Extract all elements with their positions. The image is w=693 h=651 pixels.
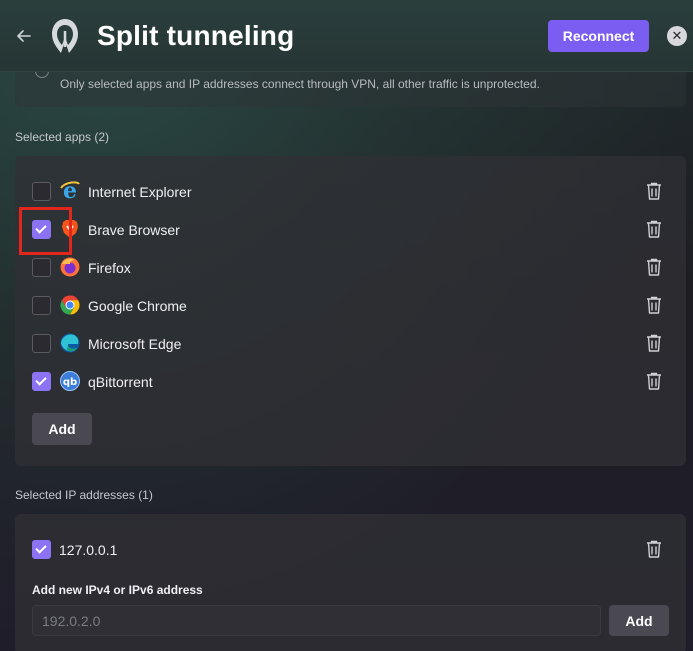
app-row-brave-browser: Brave Browser [15, 214, 686, 246]
close-circle-icon[interactable]: ✕ [667, 26, 687, 46]
selected-apps-card: e Internet Explorer Brave Browser Firefo… [15, 156, 686, 466]
app-label: Google Chrome [88, 298, 187, 314]
app-label: qBittorrent [88, 374, 153, 390]
app-row-microsoft-edge: Microsoft Edge [15, 328, 686, 360]
trash-icon[interactable] [645, 539, 663, 559]
reconnect-button[interactable]: Reconnect [548, 20, 649, 52]
highlight-annotation [19, 207, 72, 255]
app-label: Microsoft Edge [88, 336, 182, 352]
add-ip-button[interactable]: Add [609, 605, 669, 636]
trash-icon[interactable] [645, 295, 663, 315]
firefox-icon [59, 256, 81, 278]
app-checkbox[interactable] [32, 372, 51, 391]
microsoft-edge-icon [59, 332, 81, 354]
add-ip-field-label: Add new IPv4 or IPv6 address [32, 583, 203, 597]
app-row-firefox: Firefox [15, 252, 686, 284]
app-checkbox[interactable] [32, 296, 51, 315]
selected-ip-label: Selected IP addresses (1) [15, 488, 153, 502]
app-checkbox[interactable] [32, 258, 51, 277]
selected-apps-label: Selected apps (2) [15, 130, 110, 144]
app-checkbox[interactable] [32, 182, 51, 201]
svg-text:qb: qb [63, 377, 77, 388]
app-label: Firefox [88, 260, 131, 276]
app-label: Internet Explorer [88, 184, 192, 200]
ip-row: 127.0.0.1 [15, 534, 686, 566]
app-checkbox[interactable] [32, 334, 51, 353]
trash-icon[interactable] [645, 219, 663, 239]
app-row-google-chrome: Google Chrome [15, 290, 686, 322]
internet-explorer-icon: e [59, 178, 81, 204]
app-label: Brave Browser [88, 222, 180, 238]
trash-icon[interactable] [645, 181, 663, 201]
ip-address-input[interactable] [32, 605, 601, 636]
selected-ip-card: 127.0.0.1 Add new IPv4 or IPv6 address A… [15, 514, 686, 651]
arrow-left-icon[interactable] [14, 26, 34, 46]
header-bar: Split tunneling Reconnect ✕ [0, 0, 693, 72]
app-row-internet-explorer: e Internet Explorer [15, 176, 686, 208]
add-app-button[interactable]: Add [32, 413, 92, 445]
qbittorrent-icon: qb [59, 370, 81, 392]
trash-icon[interactable] [645, 371, 663, 391]
ip-label: 127.0.0.1 [59, 542, 118, 558]
mode-description: Only selected apps and IP addresses conn… [60, 77, 540, 91]
app-row-qbittorrent: qb qBittorrent [15, 366, 686, 398]
trash-icon[interactable] [645, 257, 663, 277]
trash-icon[interactable] [645, 333, 663, 353]
page-title: Split tunneling [97, 20, 295, 51]
ip-checkbox[interactable] [32, 540, 51, 559]
google-chrome-icon [59, 294, 81, 316]
vpn-shield-logo-icon [49, 17, 81, 57]
